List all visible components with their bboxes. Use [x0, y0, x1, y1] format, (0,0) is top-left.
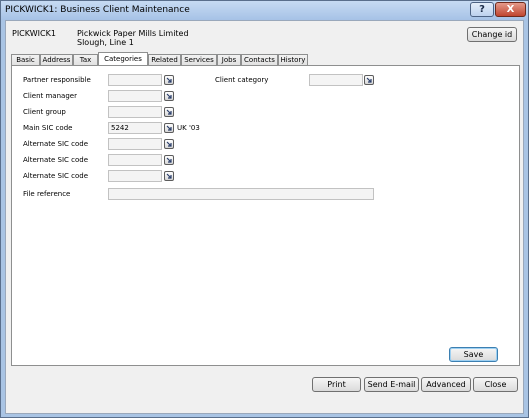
- sic-version-label: UK '03: [177, 124, 200, 132]
- alternate-sic-code-1-label: Alternate SIC code: [23, 140, 89, 148]
- title-bar[interactable]: PICKWICK1: Business Client Maintenance ?…: [1, 1, 528, 20]
- client-category-lookup-icon[interactable]: [364, 75, 374, 85]
- tab-address[interactable]: Address: [40, 54, 73, 65]
- window-title: PICKWICK1: Business Client Maintenance: [5, 5, 190, 15]
- alternate-sic-code-1-lookup-icon[interactable]: [164, 139, 174, 149]
- tab-contacts[interactable]: Contacts: [241, 54, 278, 65]
- alternate-sic-code-2-field[interactable]: [108, 154, 162, 166]
- main-sic-code-lookup-icon[interactable]: [164, 123, 174, 133]
- tab-history[interactable]: History: [278, 54, 308, 65]
- alternate-sic-code-3-lookup-icon[interactable]: [164, 171, 174, 181]
- partner-responsible-label: Partner responsible: [23, 76, 91, 84]
- client-group-label: Client group: [23, 108, 66, 116]
- client-area: PICKWICK1 Pickwick Paper Mills Limited S…: [5, 20, 524, 414]
- partner-responsible-lookup-icon[interactable]: [164, 75, 174, 85]
- alternate-sic-code-1-field[interactable]: [108, 138, 162, 150]
- tab-strip: Basic Address Tax Categories Related Ser…: [11, 52, 521, 65]
- alternate-sic-code-2-label: Alternate SIC code: [23, 156, 89, 164]
- client-manager-field[interactable]: [108, 90, 162, 102]
- tab-categories[interactable]: Categories: [98, 52, 148, 65]
- client-name: Pickwick Paper Mills Limited Slough, Lin…: [77, 29, 189, 47]
- send-email-button[interactable]: Send E-mail: [364, 377, 419, 392]
- client-category-label: Client category: [215, 76, 269, 84]
- tab-services[interactable]: Services: [181, 54, 217, 65]
- advanced-button[interactable]: Advanced: [421, 377, 471, 392]
- client-name-line2: Slough, Line 1: [77, 38, 134, 47]
- print-button[interactable]: Print: [312, 377, 361, 392]
- tab-basic[interactable]: Basic: [11, 54, 40, 65]
- client-maintenance-window: PICKWICK1: Business Client Maintenance ?…: [0, 0, 529, 418]
- alternate-sic-code-2-lookup-icon[interactable]: [164, 155, 174, 165]
- client-code: PICKWICK1: [12, 29, 56, 38]
- window-close-button[interactable]: X: [495, 2, 526, 17]
- main-sic-code-label: Main SIC code: [23, 124, 73, 132]
- tab-jobs[interactable]: Jobs: [217, 54, 241, 65]
- tab-tax[interactable]: Tax: [73, 54, 98, 65]
- client-category-field[interactable]: [309, 74, 363, 86]
- change-id-button[interactable]: Change id: [467, 27, 517, 42]
- alternate-sic-code-3-field[interactable]: [108, 170, 162, 182]
- file-reference-field[interactable]: [108, 188, 374, 200]
- partner-responsible-field[interactable]: [108, 74, 162, 86]
- save-button[interactable]: Save: [449, 347, 498, 362]
- main-sic-code-field[interactable]: 5242: [108, 122, 162, 134]
- client-manager-label: Client manager: [23, 92, 77, 100]
- client-group-field[interactable]: [108, 106, 162, 118]
- client-group-lookup-icon[interactable]: [164, 107, 174, 117]
- close-button[interactable]: Close: [473, 377, 518, 392]
- alternate-sic-code-3-label: Alternate SIC code: [23, 172, 89, 180]
- client-name-line1: Pickwick Paper Mills Limited: [77, 29, 189, 38]
- tab-related[interactable]: Related: [148, 54, 181, 65]
- client-manager-lookup-icon[interactable]: [164, 91, 174, 101]
- categories-panel: Partner responsible Client category Clie…: [11, 65, 520, 366]
- file-reference-label: File reference: [23, 190, 71, 198]
- help-button[interactable]: ?: [470, 2, 494, 17]
